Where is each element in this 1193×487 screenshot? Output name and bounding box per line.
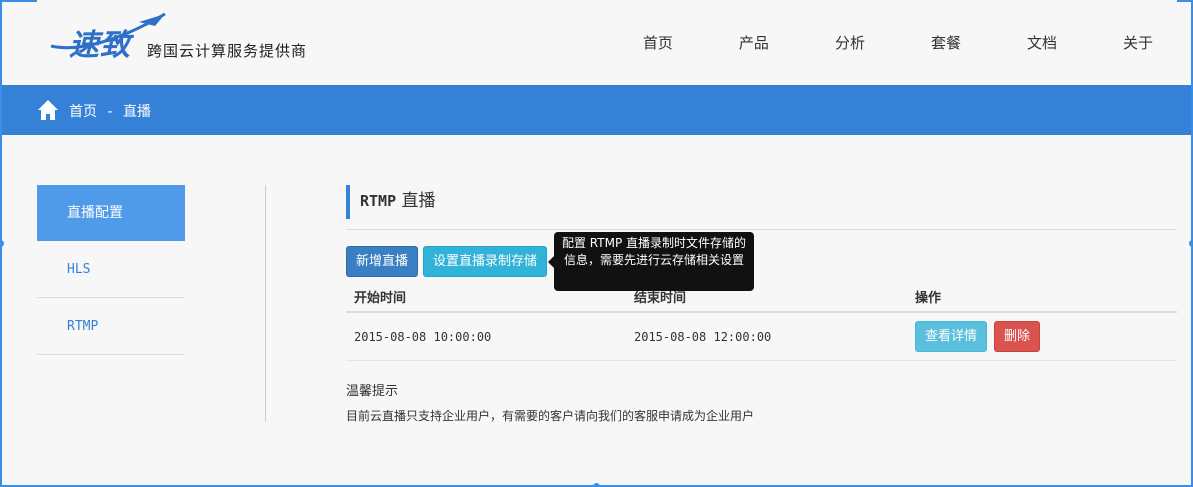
notice-text: 目前云直播只支持企业用户，有需要的客户请向我们的客服申请成为企业用户 [346,409,755,423]
nav-products[interactable]: 产品 [739,32,769,53]
sidebar-item-hls[interactable]: HLS [37,241,185,298]
sidebar-item-rtmp[interactable]: RTMP [37,298,185,355]
home-icon[interactable] [37,99,59,121]
nav-docs[interactable]: 文档 [1027,32,1057,53]
nav-plans[interactable]: 套餐 [931,32,961,53]
table-row-divider [346,360,1177,361]
resize-handle-bottom[interactable] [593,483,600,487]
page-title-prefix: RTMP [360,192,397,210]
breadcrumb-home[interactable]: 首页 [69,104,97,120]
cell-end-time: 2015-08-08 12:00:00 [634,330,772,344]
resize-handle-right[interactable] [1189,240,1193,247]
site-header: 速致 跨国云计算服务提供商 首页 产品 分析 套餐 文档 关于 [37,0,1177,85]
column-header-actions: 操作 [915,291,942,306]
sidebar-item-live-config[interactable]: 直播配置 [37,185,185,241]
breadcrumb-current: 直播 [122,104,151,120]
title-divider [346,229,1177,230]
breadcrumb: 首页 - 直播 [69,101,157,121]
sidebar: 直播配置 HLS RTMP [37,185,185,355]
table-header-divider [346,311,1177,313]
breadcrumb-bar: 首页 - 直播 [2,85,1191,135]
page-title-suffix: 直播 [401,191,436,211]
column-header-start-time: 开始时间 [354,291,407,306]
nav-home[interactable]: 首页 [643,32,673,53]
slogan: 跨国云计算服务提供商 [147,42,308,60]
main-nav: 首页 产品 分析 套餐 文档 关于 [577,32,1153,53]
nav-about[interactable]: 关于 [1123,32,1153,53]
sidebar-divider [265,185,266,422]
add-live-button[interactable]: 新增直播 [346,246,419,277]
delete-button[interactable]: 删除 [994,321,1041,352]
view-details-button[interactable]: 查看详情 [915,321,988,352]
storage-tooltip: 配置 RTMP 直播录制时文件存储的信息，需要先进行云存储相关设置 [548,232,754,291]
nav-analytics[interactable]: 分析 [835,32,865,53]
logo-text: 速致 [69,28,131,63]
breadcrumb-separator: - [107,104,113,120]
set-recording-storage-button[interactable]: 设置直播录制存储 [423,246,548,277]
page-title: RTMP 直播 [346,185,436,219]
cell-start-time: 2015-08-08 10:00:00 [354,330,492,344]
notice-title: 温馨提示 [346,384,399,399]
